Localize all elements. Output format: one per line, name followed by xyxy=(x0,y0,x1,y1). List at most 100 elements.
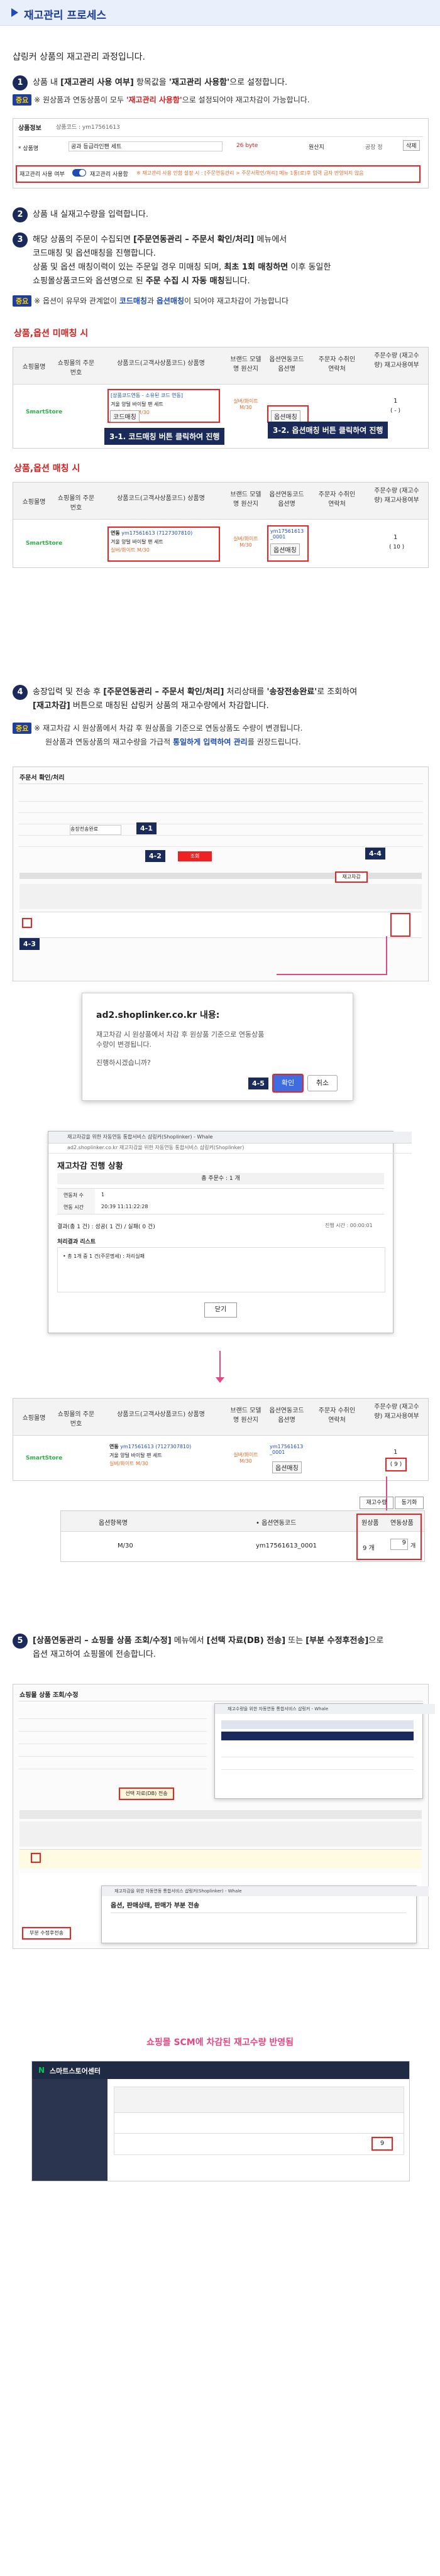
delete-button[interactable]: 삭제 xyxy=(403,140,420,151)
shop-logo: SmartStore xyxy=(26,540,63,547)
stock-deduct-button[interactable]: 재고차감 xyxy=(335,871,368,883)
product-name: 겨울 양털 바이탈 팬 세트 xyxy=(111,401,163,407)
step-1-badge: 1 xyxy=(13,75,28,90)
important-badge: 중요 xyxy=(13,723,32,734)
tag-3-1: 3-1. 코드매칭 버튼 클릭하여 진행 xyxy=(104,428,225,445)
sync-button[interactable]: 동기화 xyxy=(395,1497,424,1509)
col-brand: 브랜드 모델명 원산지 xyxy=(230,491,261,508)
partial-send-button[interactable]: 부분 수정후전송 xyxy=(22,1927,71,1940)
col-shop: 쇼핑몰명 xyxy=(22,499,46,506)
step-1-text: 상품 내 [재고관리 사용 여부] 항목값을 '재고관리 사용함'으로 설정합니… xyxy=(33,78,288,87)
stock-value: ( 10 ) xyxy=(389,544,405,550)
send-popup-title: 재고수량을 위한 자동연동 통합서비스 샵링커 - Whale xyxy=(215,1704,435,1714)
db-send-button[interactable]: 선택 자료(DB) 전송 xyxy=(119,1787,174,1800)
col-product: 상품코드(고객사상품코드) 상품명 xyxy=(117,495,205,502)
step-4-badge: 4 xyxy=(13,685,28,700)
section-label: 상품정보 xyxy=(18,125,41,132)
row-original-stock: 9 개 xyxy=(363,1545,375,1552)
matched-section-title: 상품,옵션 매칭 시 xyxy=(14,464,80,474)
row1-label: 연동처 수 xyxy=(63,1192,84,1198)
col-shop: 쇼핑몰명 xyxy=(22,364,46,371)
confirm-dialog: ad2.shoplinker.co.kr 내용: 재고차감 시 원상품에서 차감… xyxy=(82,993,353,1101)
col-brand: 브랜드 모델명 원산지 xyxy=(230,356,261,373)
col-opt-name: 옵션항목명 xyxy=(99,1520,128,1527)
col-opt-code: • 옵션연동코드 xyxy=(256,1520,297,1527)
send-popup: 재고수량을 위한 자동연동 통합서비스 샵링커 - Whale xyxy=(214,1703,435,1799)
scm-title: 스마트스토어센터 xyxy=(50,2067,101,2075)
row-checkbox[interactable] xyxy=(22,918,32,928)
product-name-field[interactable]: 공과 등급라인팬 세트 xyxy=(69,141,223,151)
dialog-cancel-button[interactable]: 취소 xyxy=(307,1075,338,1091)
stock-setting-row: 재고관리 사용 여부 재고관리 사용함 ※ 재고관리 사용 안함 설정 시 : … xyxy=(16,165,421,183)
dialog-body: 재고차감 시 원상품에서 차감 후 원상품 기준으로 연동상품 수량이 변경됩니… xyxy=(96,1030,265,1049)
option-match-highlight xyxy=(267,405,309,423)
after-product-cell: 연동 ym17561613 (7127307810) 겨울 양털 바이탈 팬 세… xyxy=(109,1444,192,1466)
col-order-no: 쇼핑몰의 주문번호 xyxy=(57,495,95,511)
stock-value: ( - ) xyxy=(390,408,400,414)
code-link[interactable]: [상품코드연동 - 소유된 코드 연동] xyxy=(111,392,217,399)
partial-popup-title: 재고차감을 위한 자동연동 통합서비스 샵링커(Shoplinker) - Wh… xyxy=(102,1886,429,1896)
popup-progress: 총 주문수 : 1 개 xyxy=(57,1173,384,1184)
name-label: * 상품명 xyxy=(18,146,39,152)
step-2-text: 상품 내 실재고수량을 입력합니다. xyxy=(33,210,148,219)
col-order-no: 쇼핑몰의 주문번호 xyxy=(57,360,95,376)
step-5-text: [상품연동관리 – 쇼핑몰 상품 조회/수정] 메뉴에서 [선택 자료(DB) … xyxy=(33,1636,384,1659)
after-deduct-table: 쇼핑몰명 쇼핑몰의 주문번호 상품코드(고객사상품코드) 상품명 브랜드 모델명… xyxy=(13,1398,429,1481)
page-header: 재고관리 프로세스 xyxy=(0,0,440,26)
code-match-button[interactable]: 코드매칭 xyxy=(110,410,140,422)
result-text: 쇼핑몰 SCM에 차감된 재고수량 반영됨 xyxy=(146,2038,294,2048)
col-qty: 주문수량 (재고수량) 재고사용여부 xyxy=(374,1404,419,1420)
popup-url: ad2.shoplinker.co.kr 재고차감을 위한 자동연동 통합서비스… xyxy=(48,1143,412,1154)
col-option: 옵션연동코드 옵션명 xyxy=(269,491,304,508)
scm-screenshot: N 스마트스토어센터 9 xyxy=(31,2061,410,2181)
scm-stock-value: 9 xyxy=(371,2137,393,2151)
popup-titlebar: 재고차감을 위한 자동연동 통합서비스 샵링커(Shoplinker) - Wh… xyxy=(48,1132,412,1143)
product-settings-screenshot: 상품정보 상품코드 : ym17561613 * 상품명 공과 등급라인팬 세트… xyxy=(13,118,429,188)
popup-fail-row: • 총 1개 중 1 건(주문명세) : 처리실패 xyxy=(63,1253,145,1259)
tag-4-1: 4-1 xyxy=(136,822,157,834)
tag-4-5: 4-5 xyxy=(248,1078,268,1089)
status-select[interactable]: 송장전송완료 xyxy=(70,825,121,835)
down-arrow-icon xyxy=(216,1377,224,1383)
connector-line xyxy=(386,936,387,974)
connector-line xyxy=(277,974,387,975)
row2-label: 연동 시간 xyxy=(63,1204,84,1210)
row2-value: 20:39 11:11:22:28 xyxy=(101,1204,148,1209)
page-title: 재고관리 프로세스 xyxy=(24,9,107,22)
stock-toggle-label: 재고관리 사용함 xyxy=(90,172,128,178)
brand-option: 실버/화이트 M/30 xyxy=(233,536,258,548)
col-orderer: 주문자 수취인 연락처 xyxy=(318,356,356,373)
stock-note: ※ 재고관리 사용 안함 설정 시 : [주문연동관리 > 주문서확인/처리] … xyxy=(136,170,364,176)
qty-highlight xyxy=(390,913,410,937)
place-label: 원산지 xyxy=(309,145,324,151)
step-5-badge: 5 xyxy=(13,1634,28,1649)
stock-qty-button[interactable]: 재고수량 xyxy=(360,1497,393,1509)
row-checkbox[interactable] xyxy=(31,1853,41,1863)
shot-title: 쇼핑몰 상품 조회/수정 xyxy=(19,1692,79,1699)
col-orderer: 주문자 수취인 연락처 xyxy=(318,491,356,508)
step-1-tip: 중요 ※ 원상품과 연동상품이 모두 '재고관리 사용함'으로 설정되어야 재고… xyxy=(13,94,310,106)
option-match-button[interactable]: 옵션매칭 xyxy=(272,1461,302,1473)
stock-label: 재고관리 사용 여부 xyxy=(19,172,65,178)
step-4-text: 송장입력 및 전송 후 [주문연동관리 – 주문서 확인/처리] 처리상태를 '… xyxy=(33,687,358,711)
option-match-button[interactable]: 옵션매칭 xyxy=(270,543,300,555)
shop-logo: SmartStore xyxy=(26,409,63,415)
matched-product-cell: 연동 ym17561613 (7127307810) 겨울 양털 바이탈 팬 세… xyxy=(107,527,220,562)
qty-value: 1 xyxy=(393,534,398,541)
row1-value: 1 xyxy=(101,1192,105,1198)
important-badge: 중요 xyxy=(13,295,32,307)
triangle-icon xyxy=(11,8,18,17)
progress-popup: 재고차감을 위한 자동연동 통합서비스 샵링커(Shoplinker) - Wh… xyxy=(48,1131,412,1333)
stock-toggle[interactable] xyxy=(72,169,86,177)
row-linked-stock-input[interactable]: 9 xyxy=(390,1539,408,1550)
dialog-ok-button[interactable]: 확인 xyxy=(272,1074,304,1093)
col-option: 옵션연동코드 옵션명 xyxy=(269,356,304,373)
popup-close-button[interactable]: 닫기 xyxy=(204,1302,237,1318)
product-code-label: 상품코드 : ym17561613 xyxy=(56,124,120,131)
tag-3-2: 3-2. 옵션매칭 버튼 클릭하여 진행 xyxy=(268,422,388,439)
col-qty: 주문수량 (재고수량) 재고사용여부 xyxy=(374,352,419,369)
col-option: 옵션연동코드 옵션명 xyxy=(269,1407,304,1424)
matched-order-table: 쇼핑몰명 쇼핑몰의 주문번호 상품코드(고객사상품코드) 상품명 브랜드 모델명… xyxy=(13,482,429,568)
tag-4-2: 4-2 xyxy=(145,850,165,862)
search-button[interactable]: 조회 xyxy=(178,851,212,861)
